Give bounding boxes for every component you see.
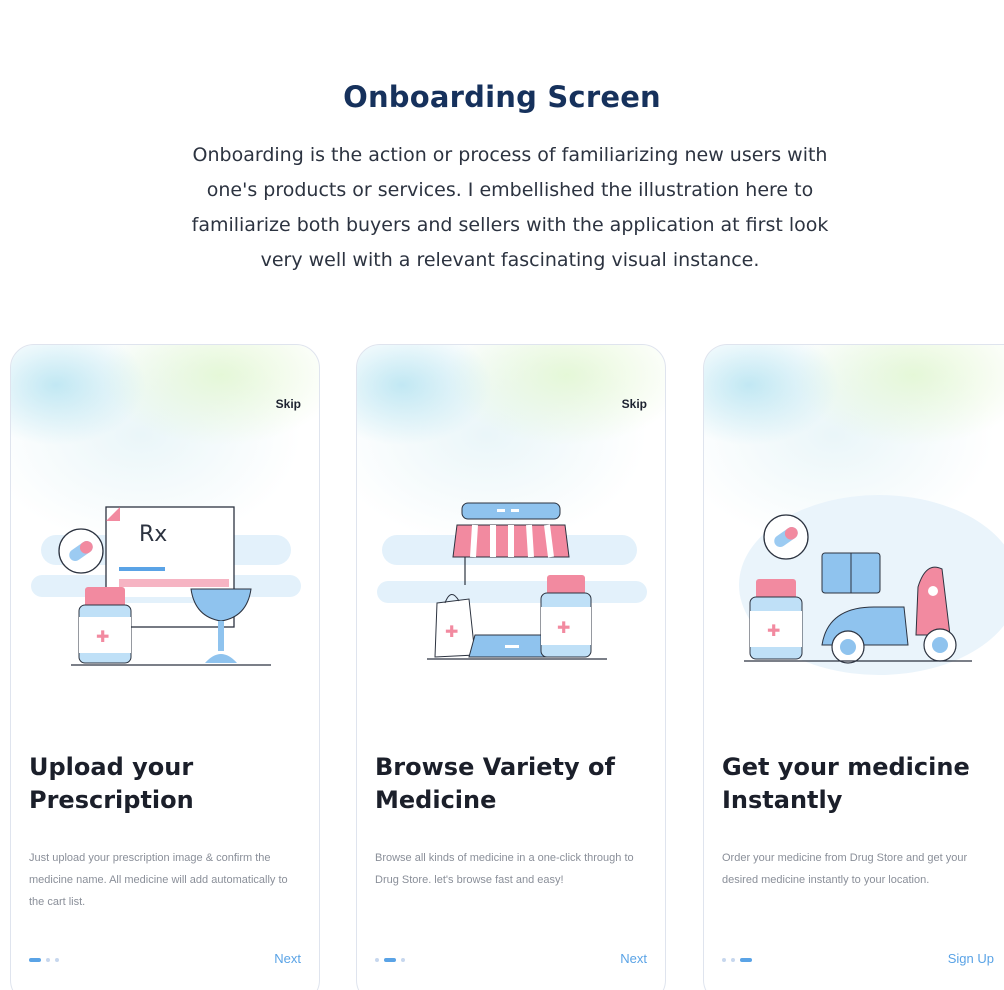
- shop-awning-icon: [452, 502, 570, 585]
- indicator-dot: [401, 958, 405, 962]
- indicator-dot: [375, 958, 379, 962]
- screen-body: Just upload your prescription image & co…: [29, 852, 288, 908]
- onboarding-screen-3: ✚ Get your medicine Instantly Order your…: [703, 344, 1004, 990]
- screen-body: Order your medicine from Drug Store and …: [722, 852, 968, 886]
- prescription-illustration: Rx ✚: [31, 506, 301, 666]
- sign-up-button[interactable]: Sign Up: [948, 951, 994, 966]
- svg-text:✚: ✚: [767, 623, 780, 640]
- onboarding-screen-1: Skip Rx ✚ Upload your Prescription Just …: [10, 344, 320, 990]
- pill-bubble-icon: [58, 528, 104, 574]
- screen-title: Get your medicine Instantly: [722, 753, 970, 814]
- page-indicator: [722, 957, 752, 963]
- indicator-dot: [55, 958, 59, 962]
- indicator-dot-active: [384, 958, 396, 962]
- svg-text:✚: ✚: [96, 629, 109, 646]
- next-button[interactable]: Next: [620, 951, 647, 966]
- shopping-bag-icon: ✚: [434, 594, 476, 658]
- indicator-dot: [731, 958, 735, 962]
- medicine-bottle-icon: ✚: [749, 579, 803, 660]
- indicator-dot-active: [29, 958, 41, 962]
- indicator-dot: [46, 958, 50, 962]
- page-description: Onboarding is the action or process of f…: [191, 144, 829, 271]
- page-title: Onboarding Screen: [343, 80, 661, 114]
- next-button[interactable]: Next: [274, 951, 301, 966]
- page-indicator: [375, 957, 405, 963]
- indicator-dot: [722, 958, 726, 962]
- indicator-dot-active: [740, 958, 752, 962]
- pill-bubble-icon: [763, 514, 809, 560]
- screen-body: Browse all kinds of medicine in a one-cl…: [375, 852, 634, 886]
- page-indicator: [29, 957, 59, 963]
- pharmacy-store-illustration: ✚ ✚: [377, 502, 647, 660]
- onboarding-screen-2: Skip ✚ ✚ Browse Variety of Medicine Brow…: [356, 344, 666, 990]
- skip-button[interactable]: Skip: [276, 397, 301, 411]
- medicine-bottle-icon: ✚: [78, 587, 132, 664]
- svg-text:✚: ✚: [557, 620, 570, 637]
- screen-title: Upload your Prescription: [29, 753, 194, 814]
- skip-button[interactable]: Skip: [622, 397, 647, 411]
- rx-text: Rx: [139, 522, 167, 547]
- delivery-scooter-illustration: ✚: [739, 495, 1004, 675]
- medicine-bottle-icon: ✚: [540, 575, 592, 658]
- screen-title: Browse Variety of Medicine: [375, 753, 615, 814]
- svg-text:✚: ✚: [445, 624, 458, 641]
